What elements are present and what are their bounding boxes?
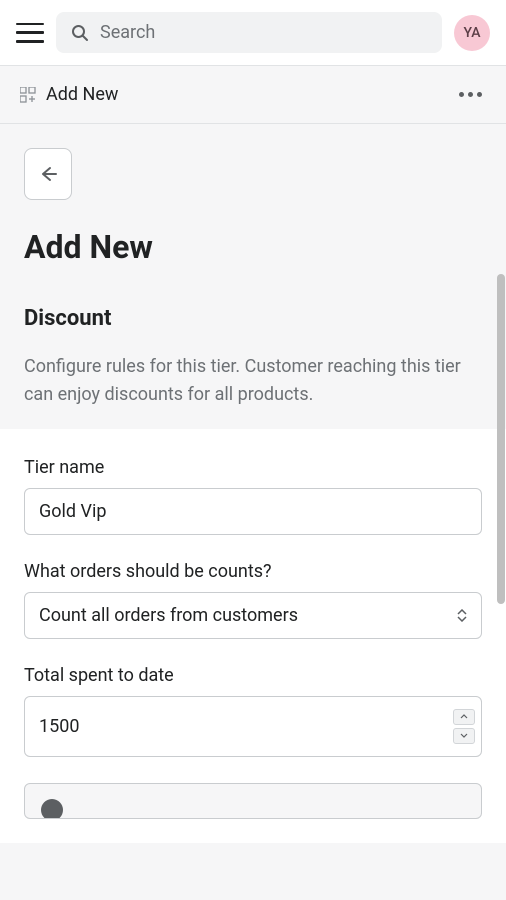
- search-input[interactable]: Search: [56, 12, 442, 53]
- select-arrows-icon: [457, 609, 467, 622]
- avatar[interactable]: YA: [454, 15, 490, 51]
- total-spent-input[interactable]: 1500: [24, 696, 482, 757]
- form-card: Tier name What orders should be counts? …: [0, 429, 506, 843]
- section-description: Configure rules for this tier. Customer …: [24, 353, 482, 409]
- spinner-up-button[interactable]: [453, 709, 475, 725]
- section-title: Discount: [24, 306, 482, 331]
- page-content: Add New Discount Configure rules for thi…: [0, 124, 506, 894]
- sub-header-title: Add New: [46, 84, 118, 105]
- top-bar: Search YA: [0, 0, 506, 65]
- more-actions-icon[interactable]: [455, 88, 486, 101]
- page-title: Add New: [24, 228, 482, 266]
- info-banner: [24, 783, 482, 819]
- search-placeholder: Search: [100, 22, 155, 43]
- total-spent-label: Total spent to date: [24, 665, 482, 686]
- tier-name-input[interactable]: [24, 488, 482, 535]
- chevron-up-icon: [460, 714, 468, 719]
- app-grid-icon: [20, 87, 36, 103]
- order-count-value: Count all orders from customers: [39, 605, 298, 626]
- total-spent-value: 1500: [39, 716, 79, 737]
- number-spinner: [453, 709, 475, 744]
- chevron-down-icon: [460, 733, 468, 738]
- sub-header: Add New: [0, 65, 506, 124]
- tier-name-label: Tier name: [24, 457, 482, 478]
- scrollbar[interactable]: [497, 274, 505, 604]
- total-spent-field: Total spent to date 1500: [24, 665, 482, 757]
- arrow-left-icon: [37, 163, 59, 185]
- back-button[interactable]: [24, 148, 72, 200]
- info-icon: [41, 799, 63, 819]
- order-count-label: What orders should be counts?: [24, 561, 482, 582]
- order-count-field: What orders should be counts? Count all …: [24, 561, 482, 639]
- tier-name-field: Tier name: [24, 457, 482, 535]
- search-icon: [70, 23, 90, 43]
- order-count-select[interactable]: Count all orders from customers: [24, 592, 482, 639]
- spinner-down-button[interactable]: [453, 728, 475, 744]
- hamburger-menu-icon[interactable]: [16, 21, 44, 45]
